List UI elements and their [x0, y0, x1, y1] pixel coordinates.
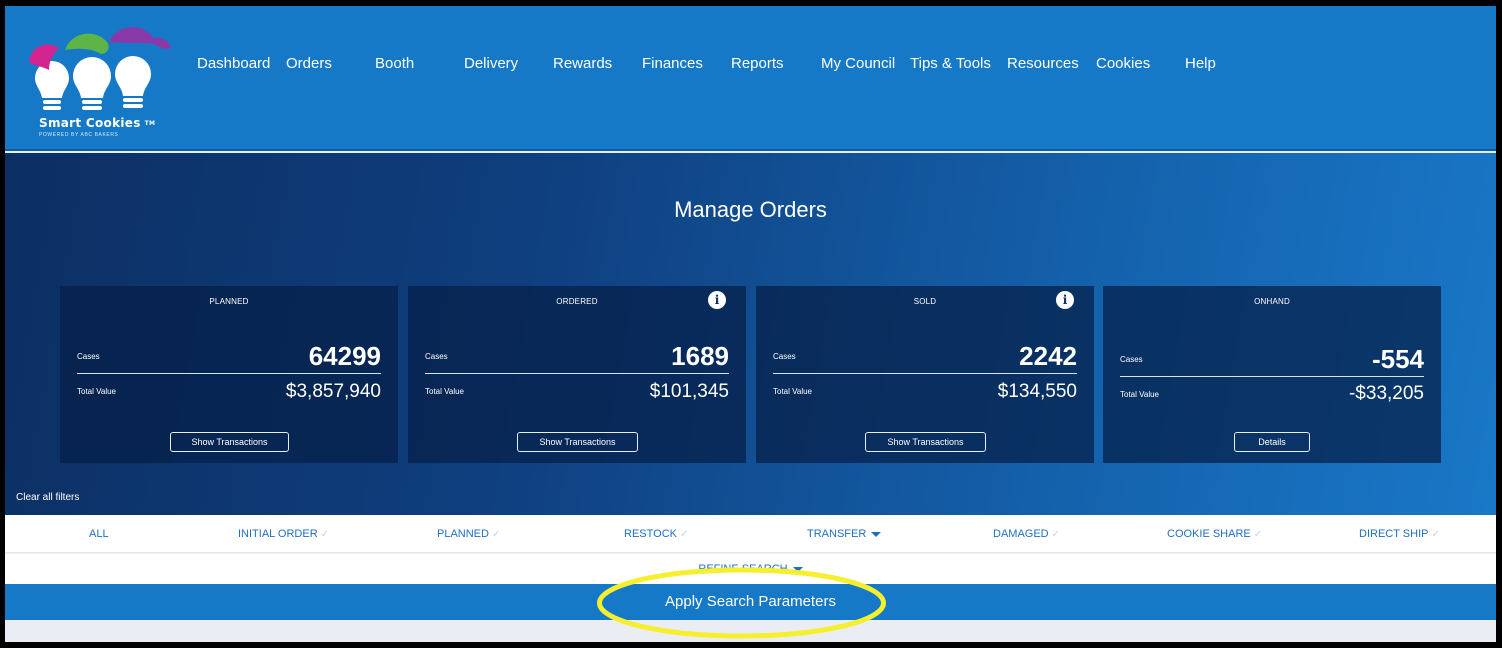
- check-icon: ✓: [320, 529, 330, 540]
- total-value-label: Total Value: [425, 387, 464, 396]
- check-icon: ✓: [1431, 529, 1440, 540]
- refine-search-label: REFINE SEARCH: [698, 563, 788, 575]
- ordered-card: ORDERED i Cases 1689 Total Value $101,34…: [408, 286, 746, 463]
- check-icon: ✓: [1051, 529, 1061, 540]
- logo-tagline: POWERED BY ABC BAKERS: [39, 132, 119, 138]
- show-transactions-button[interactable]: Show Transactions: [170, 432, 289, 452]
- total-value: $3,857,940: [285, 381, 381, 402]
- total-value-label: Total Value: [77, 387, 116, 396]
- nav-finances[interactable]: Finances: [642, 55, 703, 72]
- page-title: Manage Orders: [674, 197, 827, 222]
- cases-value: 64299: [308, 341, 381, 371]
- refine-search-toggle[interactable]: REFINE SEARCH: [5, 563, 1496, 575]
- cases-value: 2242: [1019, 341, 1077, 371]
- details-button[interactable]: Details: [1234, 432, 1310, 452]
- total-value-label: Total Value: [773, 387, 812, 396]
- total-value: $134,550: [997, 381, 1077, 402]
- check-icon: ✓: [679, 529, 689, 540]
- filter-label: COOKIE SHARE: [1167, 528, 1251, 540]
- filter-label: ALL: [89, 528, 109, 540]
- show-transactions-button[interactable]: Show Transactions: [865, 432, 986, 452]
- apply-search-parameters-button[interactable]: Apply Search Parameters: [5, 584, 1496, 620]
- filter-label: RESTOCK: [624, 528, 677, 540]
- top-header: Smart Cookies TM POWERED BY ABC BAKERS Da…: [5, 6, 1496, 151]
- filter-label: DAMAGED: [993, 528, 1049, 540]
- total-value: -$33,205: [1348, 383, 1424, 404]
- sold-card: SOLD i Cases 2242 Total Value $134,550 S…: [756, 286, 1094, 463]
- cases-label: Cases: [1120, 355, 1143, 364]
- filter-direct-ship[interactable]: DIRECT SHIP ✓: [1359, 528, 1440, 540]
- card-heading: ORDERED: [556, 297, 598, 306]
- filter-cookie-share[interactable]: COOKIE SHARE ✓: [1167, 528, 1262, 540]
- card-heading: SOLD: [913, 297, 937, 306]
- nav-dashboard[interactable]: Dashboard: [197, 55, 270, 72]
- filter-label: DIRECT SHIP: [1359, 528, 1429, 540]
- clear-all-filters-link[interactable]: Clear all filters: [16, 492, 79, 503]
- filter-planned[interactable]: PLANNED ✓: [437, 528, 500, 540]
- nav-orders[interactable]: Orders: [286, 55, 332, 72]
- nav-delivery[interactable]: Delivery: [464, 55, 518, 72]
- card-divider: [77, 373, 381, 374]
- order-type-filter-bar: ALL INITIAL ORDER ✓ PLANNED ✓ RESTOCK ✓ TRA…: [5, 515, 1496, 553]
- cases-label: Cases: [425, 352, 448, 361]
- planned-card: PLANNED Cases 64299 Total Value $3,857,9…: [60, 286, 398, 463]
- show-transactions-button[interactable]: Show Transactions: [517, 432, 638, 452]
- logo-name: Smart Cookies: [39, 116, 141, 130]
- nav-help[interactable]: Help: [1185, 55, 1216, 72]
- caret-down-icon: [792, 566, 803, 572]
- nav-resources[interactable]: Resources: [1007, 55, 1079, 72]
- card-divider: [425, 373, 729, 374]
- logo-trademark: TM: [144, 120, 156, 127]
- info-icon[interactable]: i: [708, 291, 726, 309]
- nav-booth[interactable]: Booth: [375, 55, 414, 72]
- filter-damaged[interactable]: DAMAGED ✓: [993, 528, 1060, 540]
- app-window: Smart Cookies TM POWERED BY ABC BAKERS Da…: [5, 6, 1496, 642]
- bottom-strip: [5, 620, 1496, 642]
- card-divider: [1120, 376, 1424, 377]
- nav-cookies[interactable]: Cookies: [1096, 55, 1150, 72]
- nav-my-council[interactable]: My Council: [821, 55, 895, 72]
- onhand-card: ONHAND Cases -554 Total Value -$33,205 D…: [1103, 286, 1441, 463]
- card-divider: [773, 373, 1077, 374]
- logo-wordmark: Smart Cookies TM: [39, 116, 155, 130]
- nav-rewards[interactable]: Rewards: [553, 55, 612, 72]
- cases-label: Cases: [773, 352, 796, 361]
- card-heading: PLANNED: [209, 297, 249, 306]
- refine-search-row: REFINE SEARCH: [5, 554, 1496, 584]
- check-icon: ✓: [1253, 529, 1263, 540]
- cases-value: 1689: [671, 341, 729, 371]
- filter-label: PLANNED: [437, 528, 489, 540]
- orders-summary-section: Manage Orders PLANNED Cases 64299 Total …: [5, 153, 1496, 515]
- nav-tips-tools[interactable]: Tips & Tools: [910, 55, 991, 72]
- filter-restock[interactable]: RESTOCK ✓: [624, 528, 688, 540]
- cases-value: -554: [1371, 344, 1424, 374]
- smart-cookies-logo[interactable]: Smart Cookies TM POWERED BY ABC BAKERS: [21, 20, 181, 145]
- filter-transfer[interactable]: TRANSFER: [807, 528, 882, 540]
- caret-down-icon: [871, 531, 882, 537]
- filter-initial-order[interactable]: INITIAL ORDER ✓: [238, 528, 329, 540]
- card-heading: ONHAND: [1254, 297, 1290, 306]
- filter-all[interactable]: ALL: [89, 528, 109, 540]
- filter-label: TRANSFER: [807, 528, 867, 540]
- total-value-label: Total Value: [1120, 390, 1159, 399]
- filter-label: INITIAL ORDER: [238, 528, 318, 540]
- cases-label: Cases: [77, 352, 100, 361]
- nav-reports[interactable]: Reports: [731, 55, 784, 72]
- check-icon: ✓: [491, 529, 501, 540]
- info-icon[interactable]: i: [1056, 291, 1074, 309]
- total-value: $101,345: [649, 381, 729, 402]
